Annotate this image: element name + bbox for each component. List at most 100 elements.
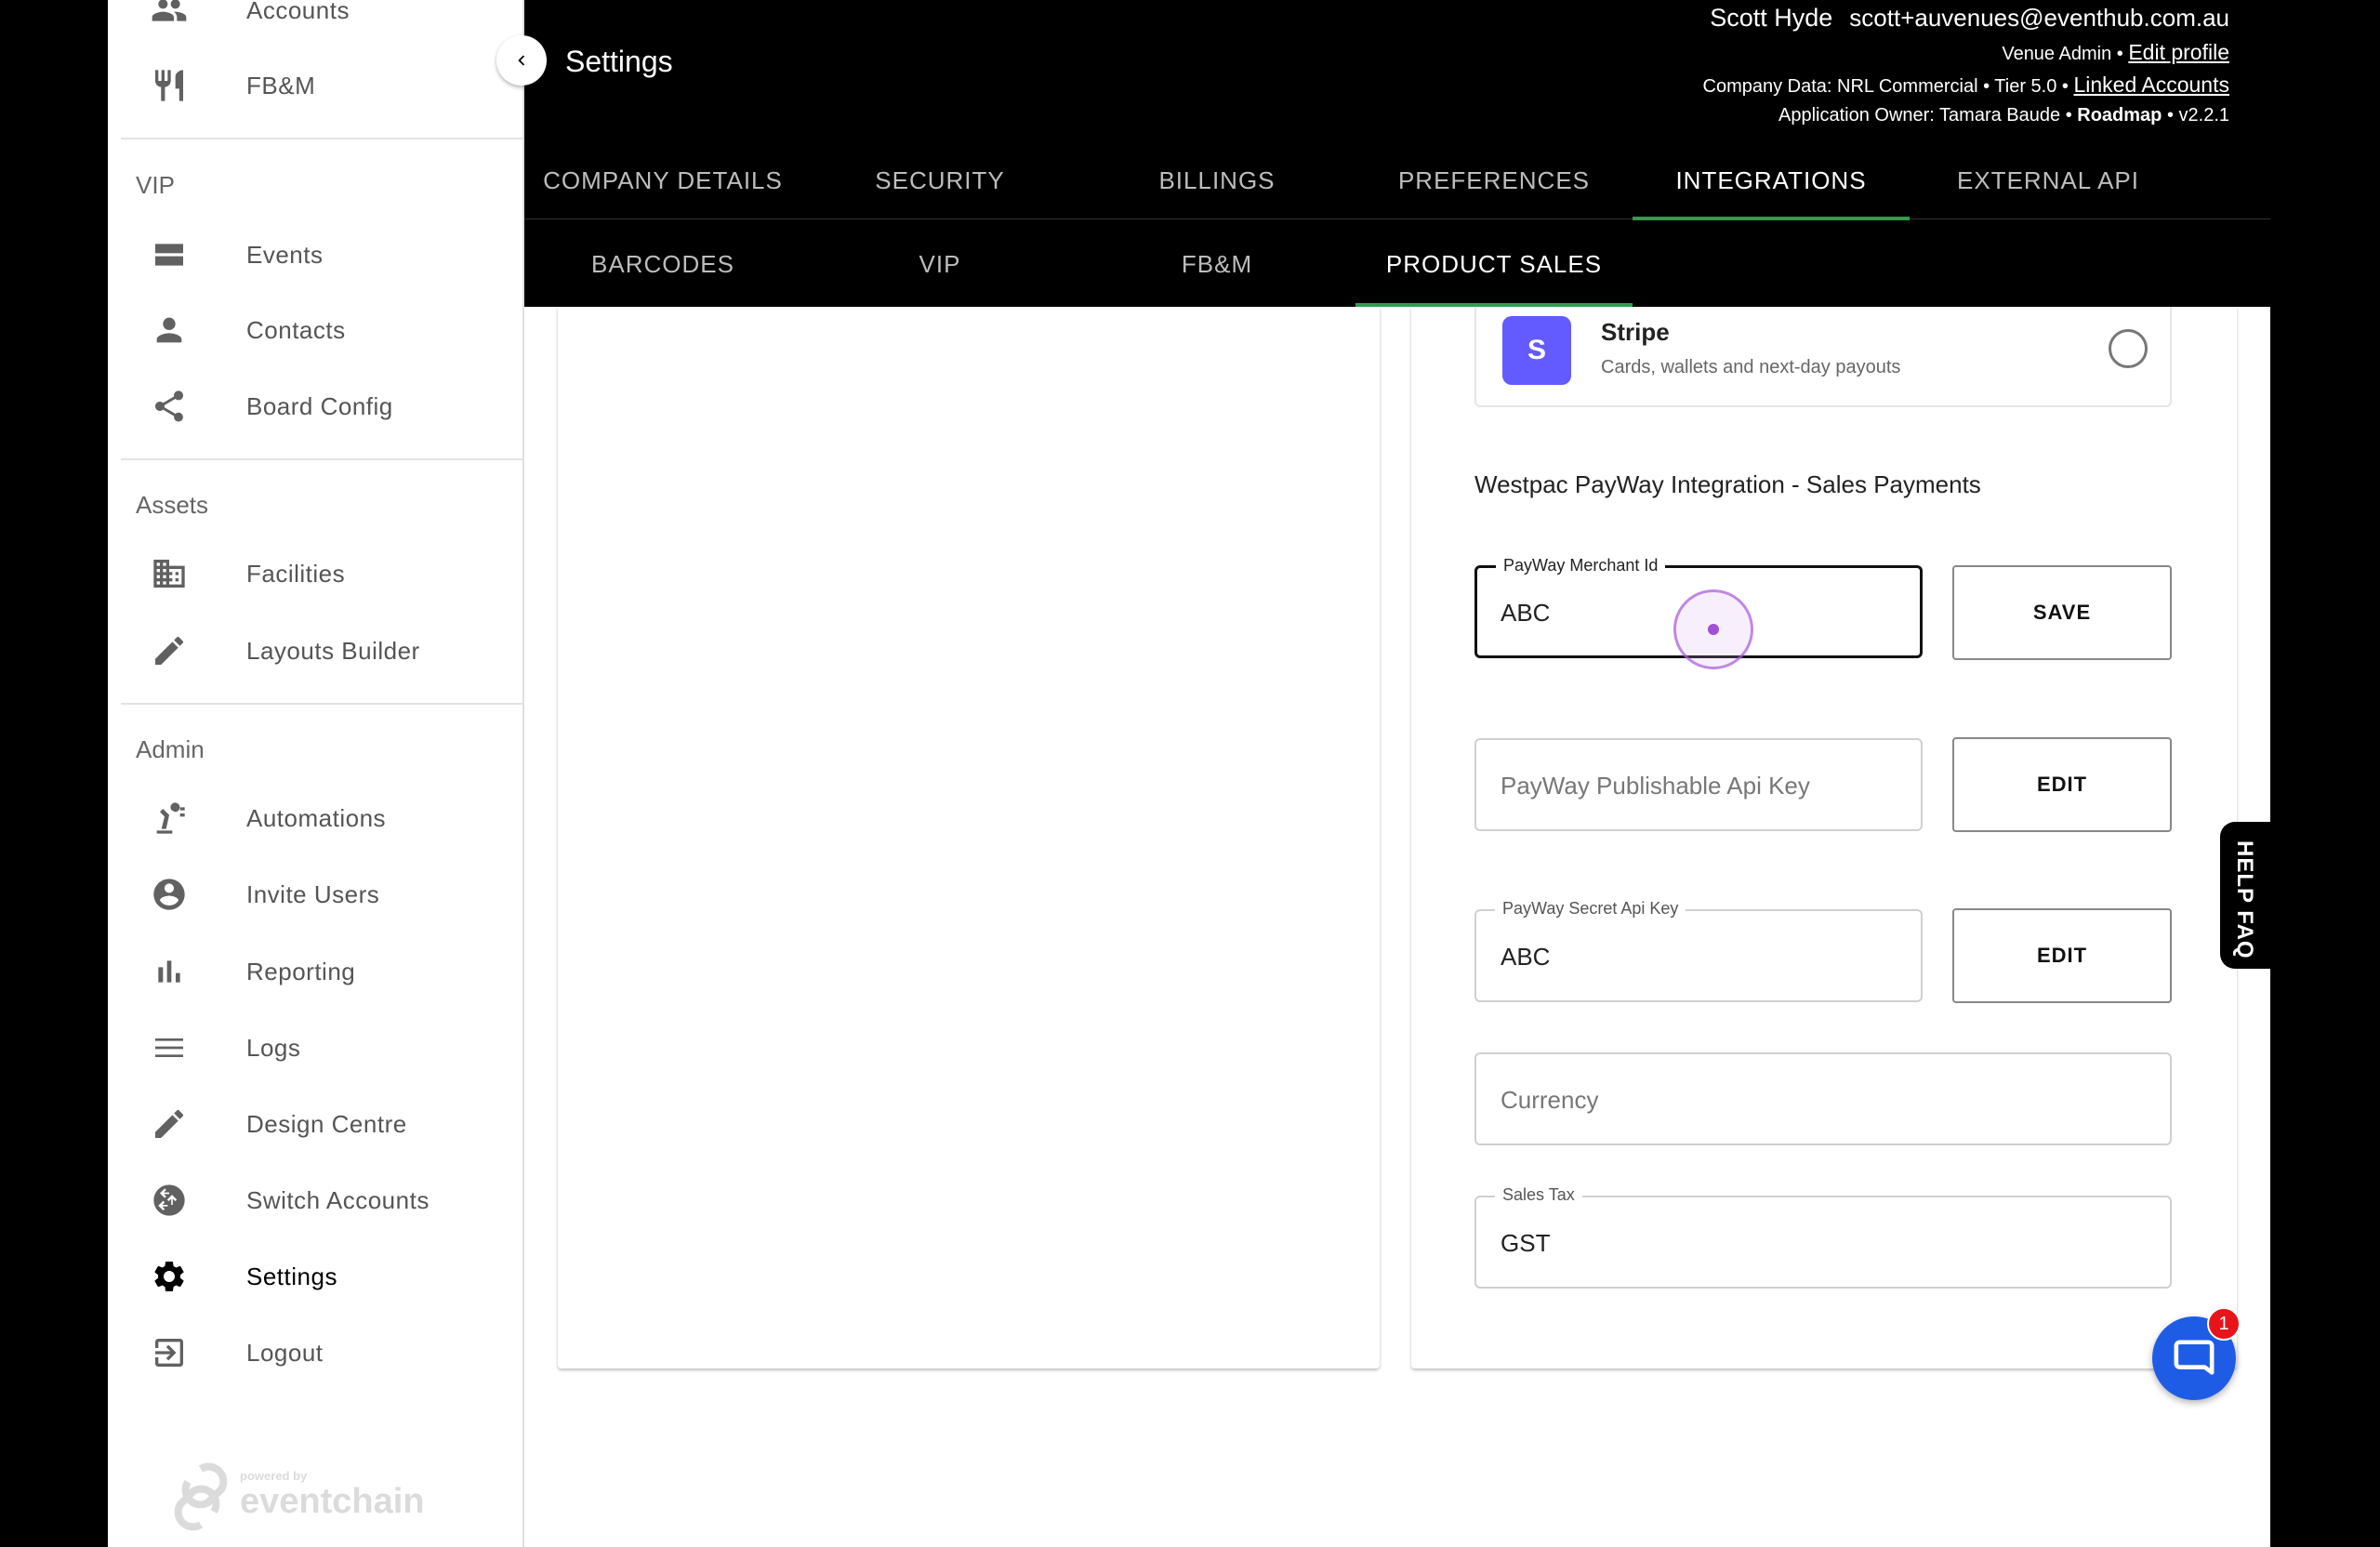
building-icon: [151, 555, 188, 592]
bar-chart-icon: [151, 953, 188, 990]
sidebar-item-label: Facilities: [246, 559, 346, 588]
sidebar-item-fbm[interactable]: FB&M: [108, 47, 522, 124]
powered-by-text: powered by: [240, 1469, 308, 1483]
left-card: [558, 307, 1380, 1368]
logout-icon: [151, 1334, 188, 1371]
sidebar-item-label: Contacts: [246, 315, 346, 344]
pencil-icon: [151, 632, 188, 669]
field-label: Sales Tax: [1495, 1185, 1582, 1205]
edit-publishable-key-button[interactable]: EDIT: [1952, 737, 2172, 832]
roadmap-link[interactable]: Roadmap: [2077, 105, 2162, 126]
divider: [121, 703, 522, 705]
field-value: GST: [1501, 1229, 1551, 1257]
app-frame: Accounts FB&M VIP Events Contacts Board …: [108, 0, 2270, 1547]
gear-icon: [151, 1258, 188, 1295]
person-icon: [151, 311, 188, 349]
stripe-payment-option[interactable]: S Stripe Cards, wallets and next-day pay…: [1474, 307, 2172, 407]
company-data: Company Data: NRL Commercial • Tier 5.0 …: [1702, 76, 2069, 97]
section-title-assets: Assets: [136, 491, 209, 519]
sidebar-item-switch-accounts[interactable]: Switch Accounts: [108, 1162, 522, 1238]
field-label: PayWay Secret Api Key: [1495, 899, 1686, 919]
application-owner: Application Owner: Tamara Baude •: [1778, 105, 2072, 126]
sidebar-item-layouts-builder[interactable]: Layouts Builder: [108, 613, 522, 689]
sidebar-item-settings[interactable]: Settings: [108, 1238, 522, 1315]
divider: [121, 458, 522, 460]
section-title-vip: VIP: [136, 171, 175, 199]
user-info: Scott Hyde scott+auvenues@eventhub.com.au…: [1702, 4, 2229, 126]
user-name: Scott Hyde: [1710, 4, 1833, 32]
tab-company-details[interactable]: COMPANY DETAILS: [524, 162, 801, 219]
tab-product-sales[interactable]: PRODUCT SALES: [1355, 221, 1633, 307]
tab-external-api[interactable]: EXTERNAL API: [1910, 162, 2187, 219]
help-faq-tab[interactable]: HELP FAQ: [2220, 822, 2270, 969]
stripe-description: Cards, wallets and next-day payouts: [1601, 357, 1901, 377]
field-placeholder: PayWay Publishable Api Key: [1501, 772, 1810, 800]
edit-profile-link[interactable]: Edit profile: [2128, 40, 2229, 64]
field-value: ABC: [1501, 943, 1551, 971]
tab-preferences[interactable]: PREFERENCES: [1355, 162, 1633, 219]
tab-security[interactable]: SECURITY: [801, 162, 1078, 219]
account-circle-icon: [151, 876, 188, 913]
collapse-sidebar-button[interactable]: [496, 35, 547, 86]
sidebar-item-contacts[interactable]: Contacts: [108, 292, 522, 368]
sidebar-item-label: Logs: [246, 1033, 301, 1062]
notification-badge: 1: [2207, 1307, 2241, 1341]
tab-billings[interactable]: BILLINGS: [1078, 162, 1355, 219]
sidebar-item-events[interactable]: Events: [108, 217, 522, 293]
events-icon: [151, 236, 188, 273]
sidebar-item-label: Board Config: [246, 391, 393, 420]
linked-accounts-link[interactable]: Linked Accounts: [2073, 73, 2229, 97]
save-button[interactable]: SAVE: [1952, 565, 2172, 660]
sidebar-item-label: Automations: [246, 803, 387, 832]
sidebar-item-accounts[interactable]: Accounts: [108, 0, 522, 48]
app-version: • v2.2.1: [2166, 105, 2229, 126]
robot-arm-icon: [151, 800, 188, 837]
sidebar-item-invite-users[interactable]: Invite Users: [108, 856, 522, 932]
chat-icon: [2174, 1340, 2215, 1375]
primary-tabs: COMPANY DETAILS SECURITY BILLINGS PREFER…: [524, 162, 2270, 220]
payway-section-heading: Westpac PayWay Integration - Sales Payme…: [1474, 470, 1981, 498]
sidebar-item-label: Switch Accounts: [246, 1185, 430, 1214]
currency-field[interactable]: Currency: [1474, 1052, 2172, 1145]
tab-vip[interactable]: VIP: [801, 221, 1078, 307]
sidebar: Accounts FB&M VIP Events Contacts Board …: [108, 0, 524, 1547]
lines-icon: [151, 1029, 188, 1066]
help-faq-label: HELP FAQ: [2232, 840, 2257, 959]
sidebar-item-label: Invite Users: [246, 879, 380, 908]
edit-secret-key-button[interactable]: EDIT: [1952, 908, 2172, 1003]
sidebar-item-label: Design Centre: [246, 1109, 407, 1138]
payment-settings-card: S Stripe Cards, wallets and next-day pay…: [1411, 307, 2237, 1368]
sidebar-item-label: Reporting: [246, 957, 356, 985]
sidebar-item-board-config[interactable]: Board Config: [108, 368, 522, 444]
payway-secret-api-key-field[interactable]: PayWay Secret Api Key ABC: [1474, 899, 1923, 1002]
sidebar-item-design-centre[interactable]: Design Centre: [108, 1086, 522, 1162]
tab-integrations[interactable]: INTEGRATIONS: [1633, 162, 1910, 220]
sidebar-item-automations[interactable]: Automations: [108, 780, 522, 856]
sidebar-item-logout[interactable]: Logout: [108, 1315, 522, 1391]
stripe-name: Stripe: [1601, 318, 1670, 346]
sidebar-item-label: Layouts Builder: [246, 636, 420, 665]
secondary-tabs: BARCODES VIP FB&M PRODUCT SALES: [524, 221, 2270, 307]
sidebar-item-logs[interactable]: Logs: [108, 1010, 522, 1086]
sales-tax-field[interactable]: Sales Tax GST: [1474, 1185, 2172, 1289]
user-role: Venue Admin: [2002, 44, 2112, 64]
sidebar-item-facilities[interactable]: Facilities: [108, 536, 522, 612]
tab-fbm[interactable]: FB&M: [1078, 221, 1355, 307]
user-email: scott+auvenues@eventhub.com.au: [1849, 4, 2229, 32]
tab-barcodes[interactable]: BARCODES: [524, 221, 801, 307]
powered-by-logo: powered by eventchain: [173, 1461, 425, 1532]
stripe-radio[interactable]: [2109, 329, 2148, 368]
field-value: ABC: [1501, 599, 1551, 627]
switch-icon: [151, 1182, 188, 1219]
payway-publishable-api-key-field[interactable]: PayWay Publishable Api Key: [1474, 738, 1923, 831]
sidebar-item-label: Accounts: [246, 0, 350, 24]
field-label: PayWay Merchant Id: [1496, 556, 1666, 575]
brand-name: eventchain: [240, 1481, 425, 1521]
cursor-dot: [1708, 624, 1719, 635]
sidebar-item-label: FB&M: [246, 71, 316, 99]
field-placeholder: Currency: [1501, 1086, 1599, 1114]
sidebar-item-reporting[interactable]: Reporting: [108, 933, 522, 1010]
sidebar-item-label: Settings: [246, 1262, 337, 1290]
chevron-left-icon: [518, 55, 525, 66]
section-title-admin: Admin: [136, 735, 205, 763]
